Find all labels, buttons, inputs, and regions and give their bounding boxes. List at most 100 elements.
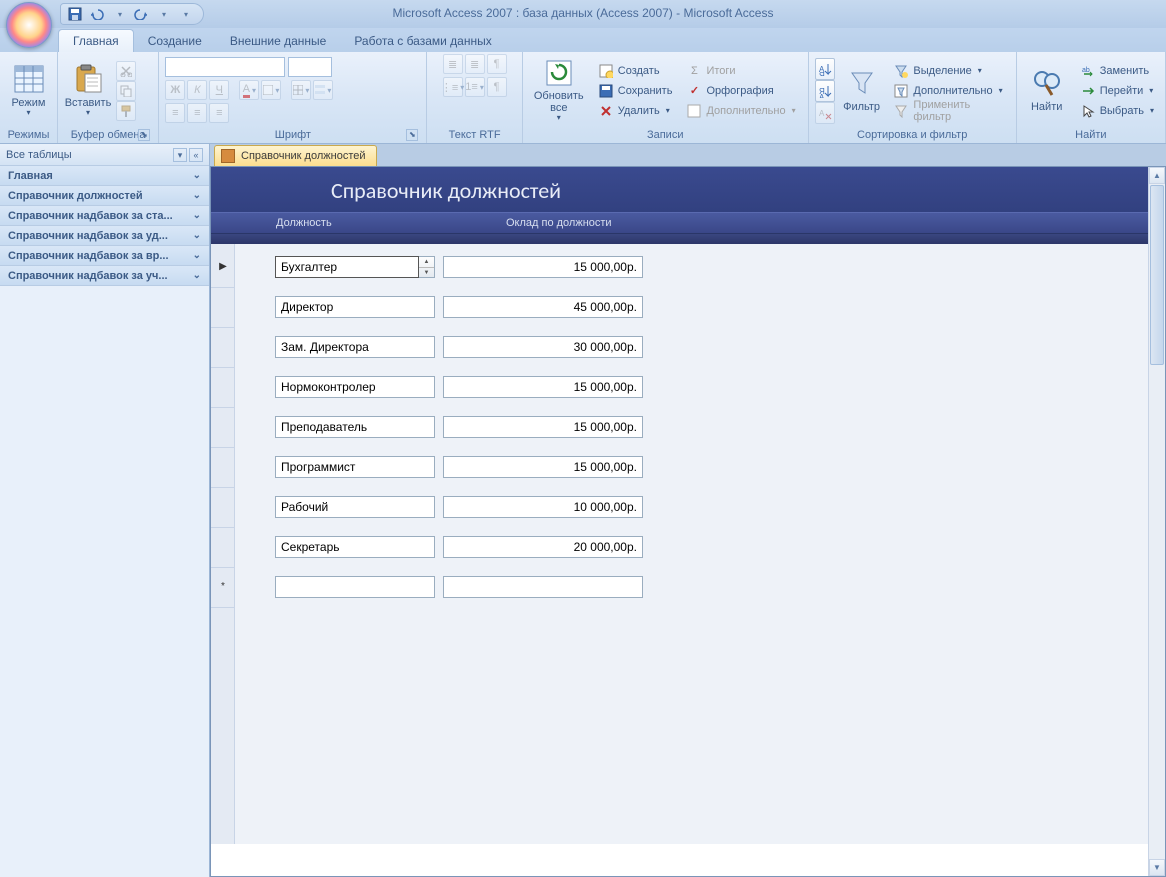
record-row[interactable] xyxy=(235,496,1165,518)
sidebar-item-bonus4[interactable]: Справочник надбавок за уч...⌄ xyxy=(0,266,209,286)
record-selector[interactable] xyxy=(211,406,235,448)
record-selector[interactable] xyxy=(211,366,235,408)
position-field[interactable] xyxy=(275,536,435,558)
scroll-down-icon[interactable]: ▼ xyxy=(1149,859,1165,876)
position-field[interactable] xyxy=(275,576,435,598)
salary-field[interactable] xyxy=(443,416,643,438)
cut-button[interactable] xyxy=(116,61,136,81)
sort-desc-button[interactable]: ЯА xyxy=(815,80,835,102)
salary-field[interactable] xyxy=(443,256,643,278)
underline-button[interactable]: Ч xyxy=(209,80,229,100)
record-selector[interactable] xyxy=(211,326,235,368)
spelling-button[interactable]: ✓Орфография xyxy=(681,81,800,101)
qat-customize-icon[interactable] xyxy=(177,6,193,22)
more-records-button[interactable]: Дополнительно▾ xyxy=(681,101,800,121)
font-color-button[interactable]: А xyxy=(239,80,259,100)
align-right-button[interactable]: ≡ xyxy=(209,103,229,123)
sidebar-item-positions[interactable]: Справочник должностей⌄ xyxy=(0,186,209,206)
scroll-thumb[interactable] xyxy=(1150,185,1164,365)
bold-button[interactable]: Ж xyxy=(165,80,185,100)
view-button[interactable]: Режим ▾ xyxy=(6,58,51,124)
spin-up-icon[interactable]: ▲ xyxy=(419,257,434,268)
position-field[interactable] xyxy=(275,496,435,518)
record-row[interactable] xyxy=(235,296,1165,318)
salary-field[interactable] xyxy=(443,376,643,398)
position-field[interactable] xyxy=(275,256,419,278)
document-tab[interactable]: Справочник должностей xyxy=(214,145,377,166)
refresh-all-button[interactable]: Обновить все ▾ xyxy=(529,58,589,124)
salary-field[interactable] xyxy=(443,456,643,478)
record-selector[interactable] xyxy=(211,286,235,328)
sidebar-item-main[interactable]: Главная⌄ xyxy=(0,166,209,186)
numbering-button[interactable]: 1≡ xyxy=(465,77,485,97)
altrow-button[interactable] xyxy=(313,80,333,100)
filter-button[interactable]: Фильтр xyxy=(839,58,885,124)
clear-sort-button[interactable]: А xyxy=(815,102,835,124)
nav-header[interactable]: Все таблицы ▾ « xyxy=(0,144,209,166)
salary-field[interactable] xyxy=(443,296,643,318)
record-selector[interactable] xyxy=(211,486,235,528)
bullets-button[interactable]: ⋮≡ xyxy=(443,77,463,97)
salary-field[interactable] xyxy=(443,336,643,358)
spinner-control[interactable]: ▲▼ xyxy=(419,256,435,278)
paste-button[interactable]: Вставить ▾ xyxy=(64,58,112,124)
rtl-button[interactable]: ¶ xyxy=(487,77,507,97)
record-row[interactable] xyxy=(235,416,1165,438)
office-button[interactable] xyxy=(6,2,52,48)
record-row[interactable] xyxy=(235,336,1165,358)
record-selector[interactable] xyxy=(211,446,235,488)
position-field[interactable] xyxy=(275,336,435,358)
clipboard-launcher-icon[interactable]: ⬊ xyxy=(138,129,150,141)
ltr-button[interactable]: ¶ xyxy=(487,54,507,74)
position-field[interactable] xyxy=(275,416,435,438)
advanced-filter-button[interactable]: Дополнительно▾ xyxy=(888,81,1009,101)
highlight-button[interactable] xyxy=(261,80,281,100)
nav-collapse-icon[interactable]: « xyxy=(189,148,203,162)
tab-home[interactable]: Главная xyxy=(58,29,134,52)
align-left-button[interactable]: ≡ xyxy=(165,103,185,123)
toggle-filter-button[interactable]: Применить фильтр xyxy=(888,101,1009,121)
gridlines-button[interactable] xyxy=(291,80,311,100)
position-field[interactable] xyxy=(275,456,435,478)
record-row[interactable] xyxy=(235,536,1165,558)
selection-filter-button[interactable]: Выделение▾ xyxy=(888,61,1009,81)
record-selector[interactable]: ▶ xyxy=(211,246,235,288)
undo-menu-icon[interactable] xyxy=(111,6,127,22)
record-row[interactable] xyxy=(235,376,1165,398)
goto-button[interactable]: Перейти▾ xyxy=(1075,81,1159,101)
nav-dropdown-icon[interactable]: ▾ xyxy=(173,148,187,162)
record-row[interactable] xyxy=(235,456,1165,478)
replace-button[interactable]: abЗаменить xyxy=(1075,61,1159,81)
tab-create[interactable]: Создание xyxy=(134,30,216,52)
new-record-row[interactable]: * xyxy=(235,576,1165,598)
position-field[interactable] xyxy=(275,296,435,318)
format-painter-button[interactable] xyxy=(116,101,136,121)
spin-down-icon[interactable]: ▼ xyxy=(419,268,434,278)
indent-inc-button[interactable]: ≣ xyxy=(465,54,485,74)
save-record-button[interactable]: Сохранить xyxy=(593,81,678,101)
delete-record-button[interactable]: Удалить▾ xyxy=(593,101,678,121)
copy-button[interactable] xyxy=(116,81,136,101)
redo-icon[interactable] xyxy=(133,6,149,22)
indent-dec-button[interactable]: ≣ xyxy=(443,54,463,74)
tab-external[interactable]: Внешние данные xyxy=(216,30,341,52)
record-selector[interactable] xyxy=(211,526,235,568)
salary-field[interactable] xyxy=(443,536,643,558)
save-icon[interactable] xyxy=(67,6,83,22)
sort-asc-button[interactable]: АЯ xyxy=(815,58,835,80)
select-button[interactable]: Выбрать▾ xyxy=(1075,101,1159,121)
font-size-combo[interactable] xyxy=(288,57,332,77)
redo-menu-icon[interactable] xyxy=(155,6,171,22)
new-record-button[interactable]: Создать xyxy=(593,61,678,81)
salary-field[interactable] xyxy=(443,496,643,518)
sidebar-item-bonus1[interactable]: Справочник надбавок за ста...⌄ xyxy=(0,206,209,226)
font-launcher-icon[interactable]: ⬊ xyxy=(406,129,418,141)
position-field[interactable] xyxy=(275,376,435,398)
undo-icon[interactable] xyxy=(89,6,105,22)
salary-field[interactable] xyxy=(443,576,643,598)
sidebar-item-bonus3[interactable]: Справочник надбавок за вр...⌄ xyxy=(0,246,209,266)
record-row[interactable]: ▶ ▲▼ xyxy=(235,256,1165,278)
sidebar-item-bonus2[interactable]: Справочник надбавок за уд...⌄ xyxy=(0,226,209,246)
new-record-selector[interactable]: * xyxy=(211,566,235,608)
vertical-scrollbar[interactable]: ▲ ▼ xyxy=(1148,167,1165,876)
